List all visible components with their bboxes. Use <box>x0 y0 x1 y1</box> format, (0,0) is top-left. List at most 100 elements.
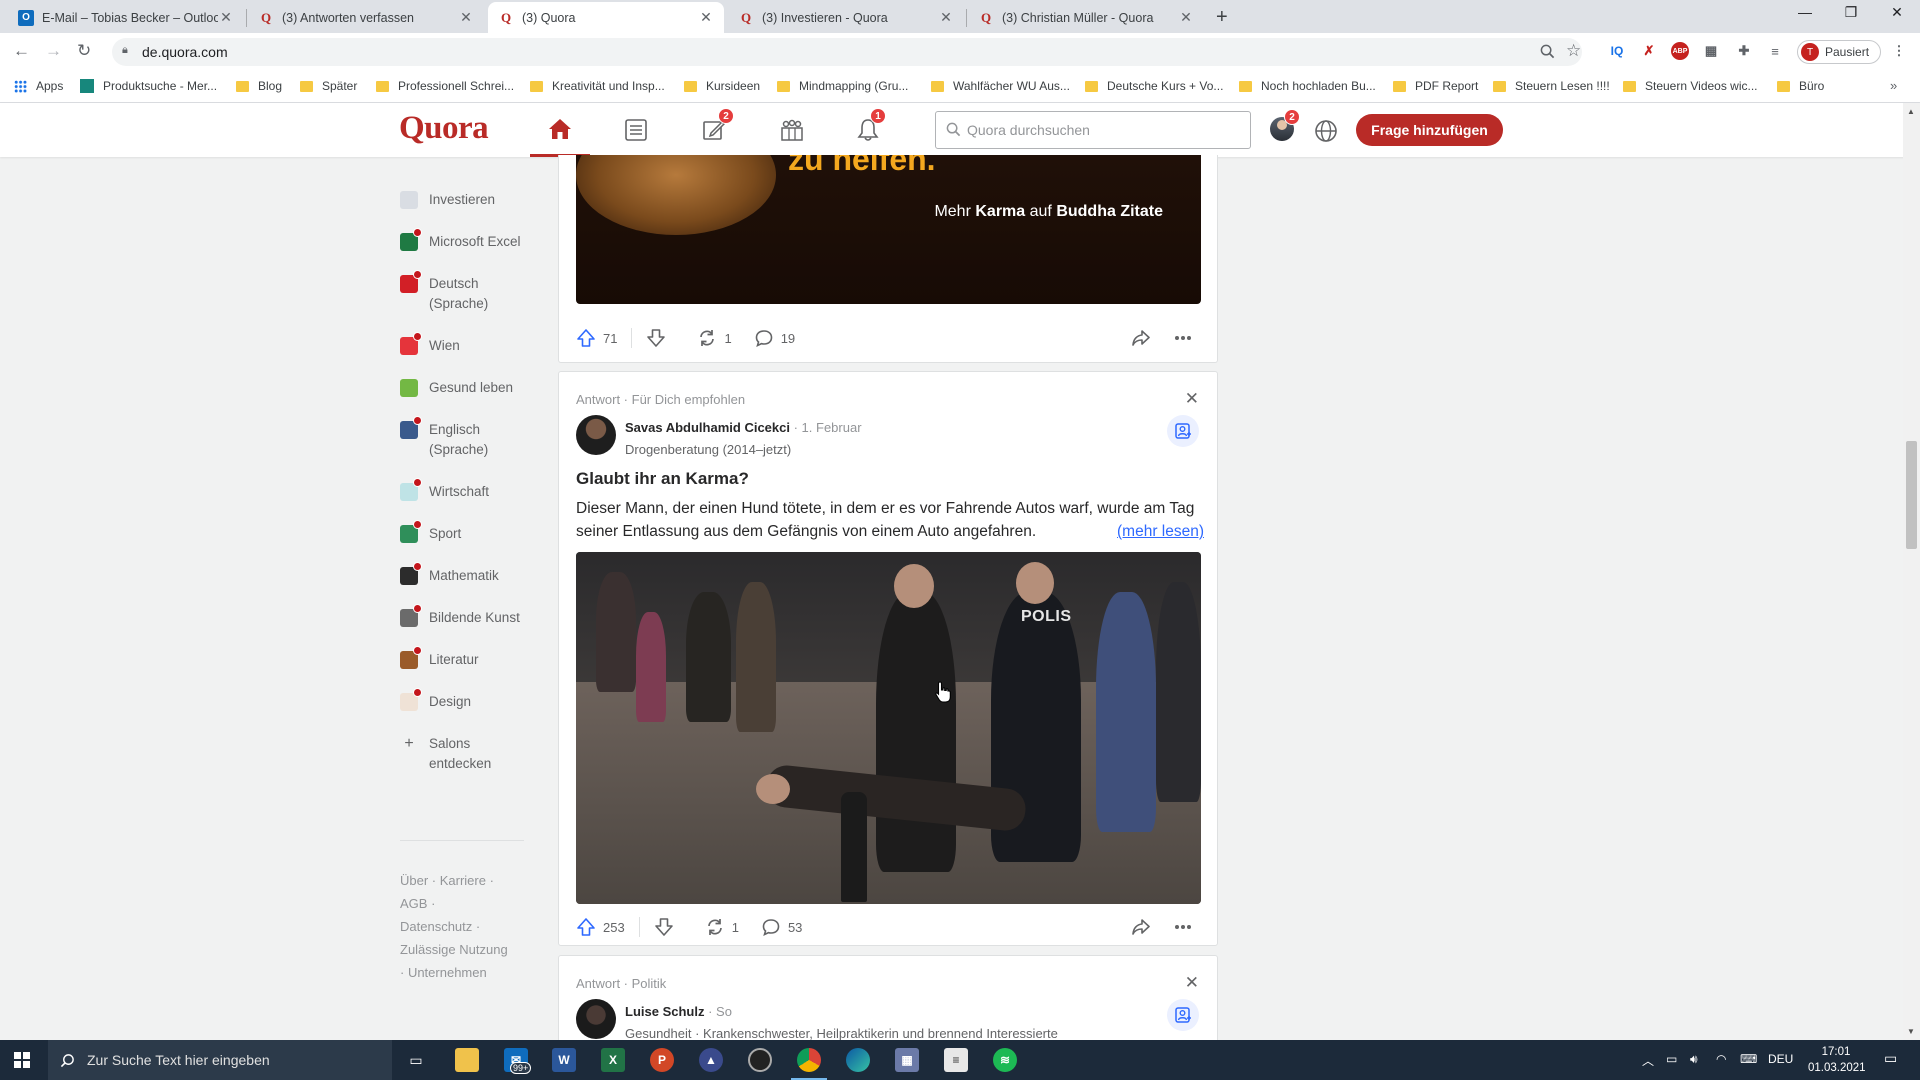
system-clock[interactable]: 17:01 01.03.2021 <box>1808 1044 1866 1076</box>
bookmark-professionell[interactable]: Professionell Schrei... <box>376 79 514 93</box>
tab-investieren[interactable]: Q (3) Investieren - Quora ✕ <box>728 2 964 33</box>
volume-icon[interactable]: 🔊︎ <box>1690 1052 1698 1067</box>
discover-spaces-link[interactable]: + Salons entdecken <box>400 734 530 774</box>
sidebar-item[interactable]: Microsoft Excel <box>400 228 530 252</box>
question-title[interactable]: Glaubt ihr an Karma? <box>576 469 749 489</box>
globe-icon[interactable] <box>1314 119 1338 143</box>
author-name[interactable]: Savas Abdulhamid Cicekci <box>625 420 790 435</box>
upvote-button[interactable]: 253 <box>576 915 625 939</box>
bookmark-produktsuche[interactable]: Produktsuche - Mer... <box>80 79 217 93</box>
share-count-button[interactable]: 1 <box>705 915 739 939</box>
sidebar-item[interactable]: Gesund leben <box>400 378 530 398</box>
nav-home[interactable] <box>530 103 590 157</box>
keyboard-icon[interactable]: ⌨ <box>1740 1052 1757 1066</box>
close-icon[interactable]: ✕ <box>698 9 714 26</box>
follow-button[interactable] <box>1167 999 1199 1031</box>
dismiss-icon[interactable]: ✕ <box>1185 389 1199 409</box>
bookmark-apps[interactable]: Apps <box>14 79 63 93</box>
close-icon[interactable]: ✕ <box>218 9 234 26</box>
comment-button[interactable]: 53 <box>761 915 802 939</box>
downvote-button[interactable] <box>646 326 673 350</box>
notification-center-icon[interactable]: ▭ <box>1884 1050 1897 1067</box>
adblock-icon[interactable]: ABP <box>1671 42 1689 60</box>
bookmark-deutsche-kurs[interactable]: Deutsche Kurs + Vo... <box>1085 79 1223 93</box>
bookmark-pdf-report[interactable]: PDF Report <box>1393 79 1478 93</box>
author-name[interactable]: Luise Schulz <box>625 1004 704 1019</box>
zoom-icon[interactable] <box>1540 44 1555 59</box>
powerpoint-icon[interactable]: P <box>650 1048 674 1072</box>
bookmark-steuern-videos[interactable]: Steuern Videos wic... <box>1623 79 1758 93</box>
battery-icon[interactable]: ▭ <box>1666 1052 1677 1066</box>
add-question-button[interactable]: Frage hinzufügen <box>1356 114 1503 146</box>
task-view-icon[interactable]: ▭ <box>404 1048 428 1072</box>
wifi-icon[interactable]: ◠ <box>1716 1052 1726 1066</box>
notepad-icon[interactable]: ≡ <box>944 1048 968 1072</box>
word-icon[interactable]: W <box>552 1048 576 1072</box>
post-date[interactable]: · 1. Februar <box>794 420 862 435</box>
tab-quora-active[interactable]: Q (3) Quora ✕ <box>488 2 724 33</box>
tray-overflow-icon[interactable]: ︿ <box>1642 1052 1654 1069</box>
nav-notifications[interactable]: 1 <box>838 103 898 157</box>
chrome-icon[interactable] <box>791 1048 827 1080</box>
sidebar-footer-links[interactable]: Über · Karriere · AGB · Datenschutz · Zu… <box>400 869 510 984</box>
nav-answer[interactable]: 2 <box>684 103 744 157</box>
author-avatar[interactable] <box>576 415 616 455</box>
sidebar-item[interactable]: Design <box>400 688 530 712</box>
bookmark-blog[interactable]: Blog <box>236 79 282 93</box>
edge-icon[interactable] <box>846 1048 870 1072</box>
file-explorer-icon[interactable] <box>455 1048 479 1072</box>
search-input[interactable] <box>967 120 1237 140</box>
new-tab-icon[interactable]: + <box>1216 6 1228 29</box>
windows-start-icon[interactable] <box>14 1052 30 1068</box>
upvote-button[interactable]: 71 <box>576 326 617 350</box>
omnibox[interactable]: 🔒︎ de.quora.com ☆ <box>112 38 1582 66</box>
sidebar-item[interactable]: Englisch (Sprache) <box>400 416 530 460</box>
bookmark-noch-hochladen[interactable]: Noch hochladen Bu... <box>1239 79 1376 93</box>
quora-logo[interactable]: Quora <box>399 110 489 147</box>
forward-icon[interactable]: → <box>45 41 62 61</box>
obs-icon[interactable] <box>748 1048 772 1072</box>
tab-antworten[interactable]: Q (3) Antworten verfassen ✕ <box>248 2 484 33</box>
reload-icon[interactable]: ↻ <box>77 41 91 61</box>
bookmark-mindmapping[interactable]: Mindmapping (Gru... <box>777 79 908 93</box>
bookmark-buero[interactable]: Büro <box>1777 79 1824 93</box>
quora-search[interactable] <box>935 111 1251 149</box>
sidebar-item[interactable]: Bildende Kunst <box>400 604 530 628</box>
dismiss-icon[interactable]: ✕ <box>1185 973 1199 993</box>
post-video[interactable]: POLIS <box>576 552 1201 904</box>
post-image[interactable]: zu helfen. Mehr Karma auf Buddha Zitate <box>576 155 1201 304</box>
bookmark-kreativitaet[interactable]: Kreativität und Insp... <box>530 79 665 93</box>
share-button[interactable] <box>1131 917 1151 937</box>
follow-button[interactable] <box>1167 415 1199 447</box>
page-scrollbar[interactable]: ▲ ▼ <box>1903 103 1920 1040</box>
nav-spaces[interactable] <box>762 103 822 157</box>
puzzle-icon[interactable]: ✚ <box>1735 42 1753 60</box>
scroll-down-icon[interactable]: ▼ <box>1907 1027 1915 1036</box>
minimize-icon[interactable]: — <box>1782 4 1828 20</box>
app-window-icon[interactable]: ▦ <box>895 1048 919 1072</box>
restore-icon[interactable]: ❐ <box>1828 4 1874 21</box>
scroll-up-icon[interactable]: ▲ <box>1907 107 1915 116</box>
more-options-button[interactable] <box>1173 917 1193 937</box>
bookmark-kursideen[interactable]: Kursideen <box>684 79 760 93</box>
share-count-button[interactable]: 1 <box>697 326 732 350</box>
excel-icon[interactable]: X <box>601 1048 625 1072</box>
sidebar-item[interactable]: Deutsch (Sprache) <box>400 270 530 314</box>
downvote-button[interactable] <box>654 915 681 939</box>
sidebar-item[interactable]: Sport <box>400 520 530 544</box>
close-icon[interactable]: ✕ <box>458 9 474 26</box>
back-icon[interactable]: ← <box>13 41 30 61</box>
reading-list-icon[interactable]: ≡ <box>1766 42 1784 60</box>
comment-button[interactable]: 19 <box>754 326 795 350</box>
author-avatar[interactable] <box>576 999 616 1039</box>
close-icon[interactable]: ✕ <box>938 9 954 26</box>
tab-christian[interactable]: Q (3) Christian Müller - Quora ✕ <box>968 2 1204 33</box>
taskbar-search[interactable]: Zur Suche Text hier eingeben <box>48 1040 392 1080</box>
bookmark-spaeter[interactable]: Später <box>300 79 357 93</box>
menu-icon[interactable]: ⋮ <box>1890 42 1908 60</box>
spotify-icon[interactable]: ≋ <box>993 1048 1017 1072</box>
sidebar-item[interactable]: Mathematik <box>400 562 530 586</box>
extension-icon[interactable]: ✗ <box>1640 42 1658 60</box>
star-icon[interactable]: ☆ <box>1566 41 1581 61</box>
sidebar-item[interactable]: Wien <box>400 332 530 356</box>
